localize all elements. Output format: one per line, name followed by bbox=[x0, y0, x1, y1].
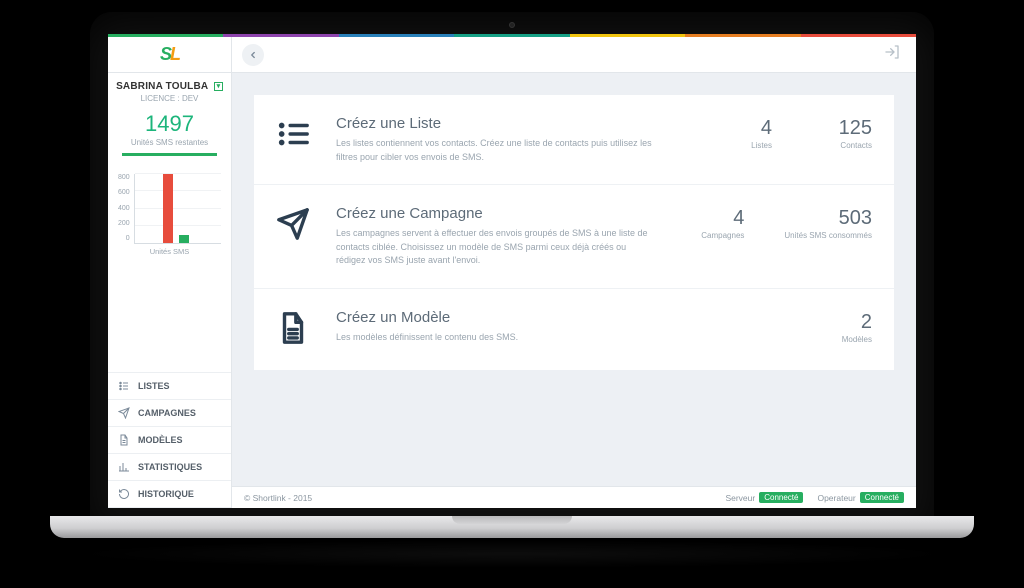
dashboard-cards: Créez une Liste Les listes contiennent vo… bbox=[232, 73, 916, 486]
stat-label: Campagnes bbox=[684, 231, 744, 240]
nav-icon bbox=[118, 434, 130, 446]
stat-label: Contacts bbox=[812, 141, 872, 150]
sidebar-item-label: HISTORIQUE bbox=[138, 489, 194, 499]
sidebar: SABRINA TOULBA ▾ LICENCE : DEV 1497 Unit… bbox=[108, 73, 232, 508]
mini-chart: 8006004002000 Unités SMS bbox=[108, 166, 231, 262]
topbar: SL bbox=[108, 37, 916, 73]
operator-status-badge: Connecté bbox=[860, 492, 904, 503]
card-title: Créez une Campagne bbox=[336, 205, 664, 222]
nav-icon bbox=[118, 488, 130, 500]
card-stat: 503Unités SMS consommés bbox=[784, 207, 872, 240]
user-name: SABRINA TOULBA bbox=[116, 81, 208, 92]
user-role: LICENCE : DEV bbox=[114, 94, 225, 103]
stat-value: 125 bbox=[812, 117, 872, 140]
stat-value: 4 bbox=[684, 207, 744, 230]
dashboard-card[interactable]: Créez un Modèle Les modèles définissent l… bbox=[254, 289, 894, 370]
send-icon bbox=[276, 205, 322, 246]
server-status-label: Serveur bbox=[725, 493, 755, 503]
card-stat: 4Campagnes bbox=[684, 207, 744, 240]
dashboard-card[interactable]: Créez une Campagne Les campagnes servent … bbox=[254, 185, 894, 289]
dashboard-card[interactable]: Créez une Liste Les listes contiennent vo… bbox=[254, 95, 894, 185]
logout-icon[interactable] bbox=[884, 44, 906, 65]
sidebar-item-campagnes[interactable]: CAMPAGNES bbox=[108, 400, 231, 427]
sidebar-item-listes[interactable]: LISTES bbox=[108, 373, 231, 400]
sidebar-item-modèles[interactable]: MODÈLES bbox=[108, 427, 231, 454]
card-title: Créez une Liste bbox=[336, 115, 692, 132]
footer: © Shortlink - 2015 Serveur Connecté Oper… bbox=[232, 486, 916, 508]
stat-label: Modèles bbox=[812, 335, 872, 344]
nav-icon bbox=[118, 380, 130, 392]
card-stat: 125Contacts bbox=[812, 117, 872, 150]
list-icon bbox=[276, 115, 322, 156]
chart-bar bbox=[179, 235, 189, 243]
sidebar-item-historique[interactable]: HISTORIQUE bbox=[108, 481, 231, 508]
user-toggle-icon[interactable]: ▾ bbox=[214, 82, 223, 91]
logo[interactable]: SL bbox=[108, 37, 232, 72]
sidebar-item-label: CAMPAGNES bbox=[138, 408, 196, 418]
stat-label: Unités SMS consommés bbox=[784, 231, 872, 240]
card-title: Créez un Modèle bbox=[336, 309, 792, 326]
units-remaining-label: Unités SMS restantes bbox=[118, 138, 221, 147]
stat-value: 2 bbox=[812, 311, 872, 334]
nav-icon bbox=[118, 407, 130, 419]
units-remaining-value: 1497 bbox=[118, 111, 221, 137]
user-block: SABRINA TOULBA ▾ LICENCE : DEV bbox=[108, 73, 231, 107]
nav-icon bbox=[118, 461, 130, 473]
logo-part-1: S bbox=[160, 44, 170, 64]
sidebar-item-label: MODÈLES bbox=[138, 435, 183, 445]
stat-value: 4 bbox=[712, 117, 772, 140]
camera-dot bbox=[509, 22, 515, 28]
file-icon bbox=[276, 309, 322, 350]
card-stat: 4Listes bbox=[712, 117, 772, 150]
server-status-badge: Connecté bbox=[759, 492, 803, 503]
back-button[interactable] bbox=[242, 44, 264, 66]
card-description: Les modèles définissent le contenu des S… bbox=[336, 331, 656, 345]
operator-status-label: Operateur bbox=[817, 493, 855, 503]
stat-value: 503 bbox=[784, 207, 872, 230]
card-description: Les campagnes servent à effectuer des en… bbox=[336, 227, 656, 268]
sidebar-nav: LISTES CAMPAGNES MODÈLES STATISTIQUES HISTOR… bbox=[108, 372, 231, 508]
units-progress-bar bbox=[122, 153, 217, 156]
footer-copyright: © Shortlink - 2015 bbox=[244, 493, 312, 503]
stat-label: Listes bbox=[712, 141, 772, 150]
sidebar-item-statistiques[interactable]: STATISTIQUES bbox=[108, 454, 231, 481]
mini-chart-caption: Unités SMS bbox=[118, 247, 221, 256]
sidebar-item-label: LISTES bbox=[138, 381, 170, 391]
chart-bar bbox=[163, 174, 173, 243]
sidebar-item-label: STATISTIQUES bbox=[138, 462, 202, 472]
card-stat: 2Modèles bbox=[812, 311, 872, 344]
logo-part-2: L bbox=[170, 44, 179, 64]
card-description: Les listes contiennent vos contacts. Cré… bbox=[336, 137, 656, 164]
